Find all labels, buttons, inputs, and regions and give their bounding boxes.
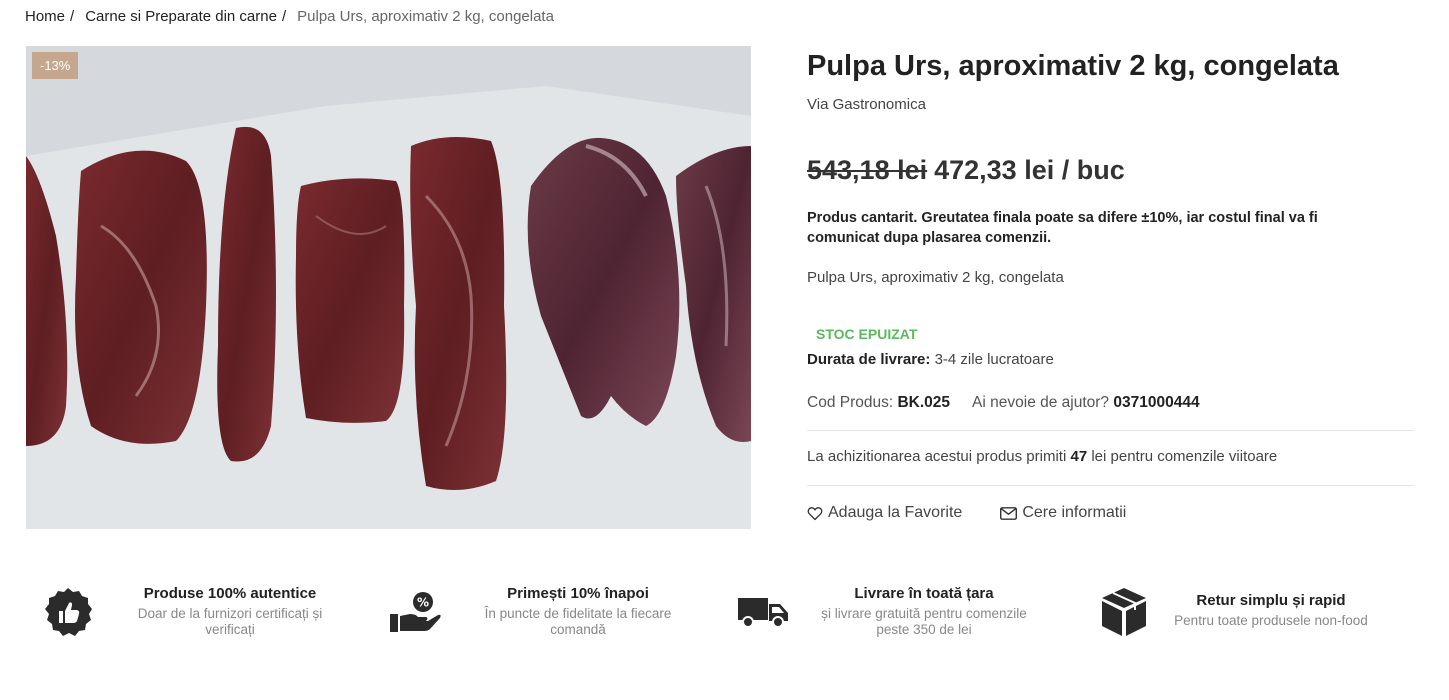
breadcrumb-separator: / [70, 8, 75, 25]
feature-delivery: Livrare în toată țara și livrare gratuit… [736, 580, 1046, 650]
feature-subtitle-line2: comandă [550, 622, 606, 637]
request-info-button[interactable]: Cere informatii [1000, 504, 1126, 522]
product-code-label: Cod Produs: [807, 394, 894, 411]
breadcrumb: Home / Carne si Preparate din carne / Pu… [25, 8, 554, 25]
current-price: 472,33 lei / buc [934, 155, 1125, 185]
feature-title: Livrare în toată țara [854, 585, 994, 602]
help-contact: Ai nevoie de ajutor? 0371000444 [972, 394, 1200, 412]
features-strip: Produse 100% autentice Doar de la furniz… [0, 580, 1449, 650]
breadcrumb-separator: / [281, 8, 287, 25]
heart-icon [807, 506, 823, 520]
weight-note: Produs cantarit. Greutatea finala poate … [807, 210, 1318, 246]
delivery-time: Durata de livrare: 3-4 zile lucratoare [807, 351, 1414, 368]
help-phone-link[interactable]: 0371000444 [1113, 394, 1199, 411]
thumbs-up-badge-icon [45, 588, 92, 636]
product-code: Cod Produs: BK.025 [807, 394, 950, 412]
feature-subtitle-line1: și livrare gratuită pentru comenzile [821, 606, 1027, 621]
feature-title: Primești 10% înapoi [507, 585, 649, 602]
add-to-favorites-button[interactable]: Adauga la Favorite [807, 504, 962, 522]
price-row: 543,18 lei 472,33 lei / buc [807, 155, 1414, 186]
feature-subtitle-line1: Pentru toate produsele non-food [1174, 613, 1368, 628]
product-brand[interactable]: Via Gastronomica [807, 96, 1414, 113]
delivery-truck-icon [738, 598, 788, 628]
points-suffix: lei pentru comenzile viitoare [1091, 448, 1278, 465]
old-price: 543,18 lei [807, 155, 928, 185]
box-icon [1102, 588, 1146, 636]
product-photo [26, 46, 751, 529]
product-actions: Adauga la Favorite Cere informatii [807, 504, 1414, 522]
svg-text:%: % [417, 596, 429, 610]
feature-subtitle-line1: Doar de la furnizori certificați și [137, 606, 323, 621]
feature-subtitle-line1: În puncte de fidelitate la fiecare [484, 606, 672, 621]
loyalty-points: La achizitionarea acestui produs primiti… [807, 431, 1414, 485]
points-prefix: La achizitionarea acestui produs primiti [807, 448, 1067, 465]
breadcrumb-home-link[interactable]: Home [25, 8, 65, 25]
product-title: Pulpa Urs, aproximativ 2 kg, congelata [807, 50, 1339, 82]
divider [807, 485, 1414, 486]
product-image[interactable]: -13% [26, 46, 751, 529]
help-label: Ai nevoie de ajutor? [972, 394, 1110, 411]
feature-returns: Retur simplu și rapid Pentru toate produ… [1100, 580, 1400, 650]
request-info-label: Cere informatii [1022, 504, 1127, 521]
product-codes: Cod Produs: BK.025 Ai nevoie de ajutor? … [807, 394, 1414, 412]
breadcrumb-current: Pulpa Urs, aproximativ 2 kg, congelata [297, 8, 554, 25]
stock-status: STOC EPUIZAT [816, 326, 918, 342]
feature-subtitle-line2: verificați [205, 622, 255, 637]
feature-text: Produse 100% autentice Doar de la furniz… [120, 585, 340, 638]
delivery-value: 3-4 zile lucratoare [934, 351, 1054, 368]
product-info: Pulpa Urs, aproximativ 2 kg, congelata V… [807, 48, 1414, 522]
product-description: Pulpa Urs, aproximativ 2 kg, congelata [807, 269, 1064, 286]
feature-title: Retur simplu și rapid [1196, 592, 1346, 609]
feature-subtitle-line2: peste 350 de lei [876, 622, 972, 637]
feature-text: Livrare în toată țara și livrare gratuit… [804, 585, 1044, 638]
add-to-favorites-label: Adauga la Favorite [828, 504, 963, 521]
feature-text: Retur simplu și rapid Pentru toate produ… [1160, 592, 1382, 629]
product-code-value: BK.025 [897, 394, 951, 411]
discount-badge: -13% [32, 52, 79, 79]
feature-cashback: % Primești 10% înapoi În puncte de fidel… [388, 580, 698, 650]
envelope-icon [1000, 506, 1018, 520]
breadcrumb-category-link[interactable]: Carne si Preparate din carne [85, 8, 277, 25]
points-value: 47 [1070, 448, 1088, 465]
feature-authentic: Produse 100% autentice Doar de la furniz… [42, 580, 342, 650]
feature-title: Produse 100% autentice [143, 585, 317, 602]
delivery-label: Durata de livrare: [807, 351, 931, 368]
hand-percent-icon: % [390, 592, 441, 632]
feature-text: Primești 10% înapoi În puncte de fidelit… [468, 585, 688, 638]
